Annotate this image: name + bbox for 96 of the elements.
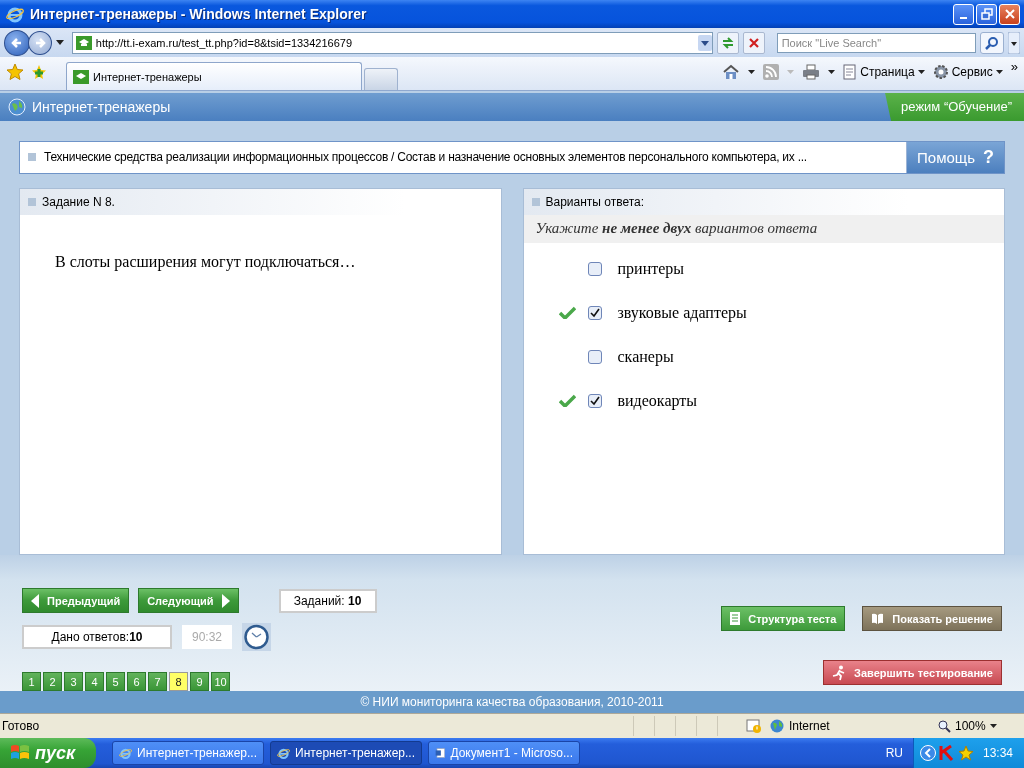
back-button[interactable] [4,29,30,56]
windows-logo-icon [10,744,30,762]
list-icon [730,612,741,625]
instruction-text: Укажите не менее двух вариантов ответа [535,220,818,238]
search-field[interactable]: Поиск "Live Search" [776,32,977,53]
page-number-button[interactable]: 4 [85,672,104,691]
page-number-button[interactable]: 5 [106,672,125,691]
test-structure-button[interactable]: Структура теста [721,606,846,631]
next-button[interactable]: Следующий [138,588,239,613]
tools-menu[interactable]: Сервис [932,64,1003,80]
document-icon [435,745,446,761]
dropdown-icon[interactable] [1008,31,1020,54]
dropdown-icon[interactable] [55,40,64,45]
minimize-button[interactable] [953,3,974,25]
globe-icon [8,97,26,116]
finish-test-button[interactable]: Завершить тестирование [823,660,1002,685]
language-indicator[interactable]: RU [885,746,903,760]
page-number-button[interactable]: 1 [22,672,41,691]
close-icon [1003,8,1016,20]
clock-text: 13:34 [983,746,1014,760]
bullet-icon [531,197,540,206]
panel-heading: Задание N 8. [42,194,115,209]
page-number-button[interactable]: 3 [64,672,83,691]
checkbox[interactable] [587,261,602,276]
status-text: Готово [2,719,41,733]
taskbar-button[interactable]: Документ1 - Microso... [428,741,580,765]
star-icon[interactable] [958,745,974,761]
browser-tab[interactable]: Интернет-тренажеры [66,62,362,90]
site-title: Интернет-тренажеры [32,98,172,115]
panel-heading: Варианты ответа: [545,194,645,209]
caret-icon [989,724,997,728]
page-number-button[interactable]: 9 [190,672,209,691]
gear-icon [932,64,949,80]
close-button[interactable] [999,3,1020,25]
start-button[interactable]: пуск [0,738,96,768]
home-icon[interactable] [722,64,741,80]
option-label: звуковые адаптеры [617,303,747,322]
url-text: http://tt.i-exam.ru/test_tt.php?id=8&tsid=1334216679 [95,36,354,49]
page-number-button[interactable]: 8 [169,672,188,691]
search-icon [985,35,1000,50]
checkbox[interactable] [587,349,602,364]
stop-button[interactable] [742,31,765,54]
clock-icon [242,623,271,651]
security-zone: Internet [770,719,930,733]
more-button[interactable]: » [1010,59,1018,74]
help-button[interactable]: Помощь ? [906,141,1004,173]
page-icon [843,64,858,80]
bullet-icon [28,197,36,206]
caret-icon [995,70,1003,74]
option-label: видеокарты [617,391,698,410]
show-solution-button[interactable]: Показать решение [862,606,1002,631]
globe-icon [770,719,784,733]
copyright-text: © НИИ мониторинга качества образования, 2010-2011 [360,695,664,709]
question-text: В слоты расширения могут подключаться… [55,252,357,271]
timer: 90:32 [182,625,232,649]
search-button[interactable] [980,31,1005,54]
option-label: принтеры [617,259,685,278]
page-number-button[interactable]: 10 [211,672,230,691]
option-label: сканеры [617,347,674,366]
left-arrow-icon [31,593,39,608]
page-menu[interactable]: Страница [843,64,925,80]
minimize-icon [960,17,967,19]
star-icon[interactable] [6,63,24,81]
checkbox[interactable] [587,305,602,320]
caret-icon [917,70,925,74]
taskbar-button[interactable]: Интернет-тренажер... [270,741,422,765]
address-field[interactable]: http://tt.i-exam.ru/test_tt.php?id=8&tsid=1334216679 [71,31,713,54]
collapse-icon[interactable] [920,745,936,761]
tasks-counter: Заданий: 10 [293,593,362,608]
answers-counter: Дано ответов:10 [51,630,143,644]
checkbox[interactable] [587,393,602,408]
bullet-icon [28,153,36,162]
book-icon [871,613,885,624]
dropdown-icon[interactable] [697,34,712,51]
window-title: Интернет-тренажеры - Windows Internet Explorer [30,6,368,22]
page-number-button[interactable]: 2 [43,672,62,691]
running-figure-icon [832,664,847,681]
browser-logo-icon [6,5,24,23]
breadcrumb-text: Технические средства реализации информационных процессов / Состав и назначение основных элементов персонального компьютера, их ... [44,150,808,165]
forward-button[interactable] [27,30,52,55]
taskbar-button[interactable]: Интернет-тренажер... [112,741,264,765]
magnifier-icon [938,719,951,733]
restore-icon [980,8,993,20]
dropdown-icon[interactable] [828,70,836,74]
add-favorite-icon[interactable] [30,63,48,81]
previous-button[interactable]: Предыдущий [22,588,130,613]
dropdown-icon[interactable] [748,70,756,74]
page-number-button[interactable]: 7 [148,672,167,691]
maximize-button[interactable] [976,3,997,25]
zoom-control[interactable]: 100% [938,719,1018,733]
stop-icon [746,35,761,50]
printer-icon[interactable] [802,64,821,80]
right-arrow-icon [221,593,230,608]
page-number-button[interactable]: 6 [127,672,146,691]
site-icon [73,69,89,84]
site-icon [75,35,92,50]
